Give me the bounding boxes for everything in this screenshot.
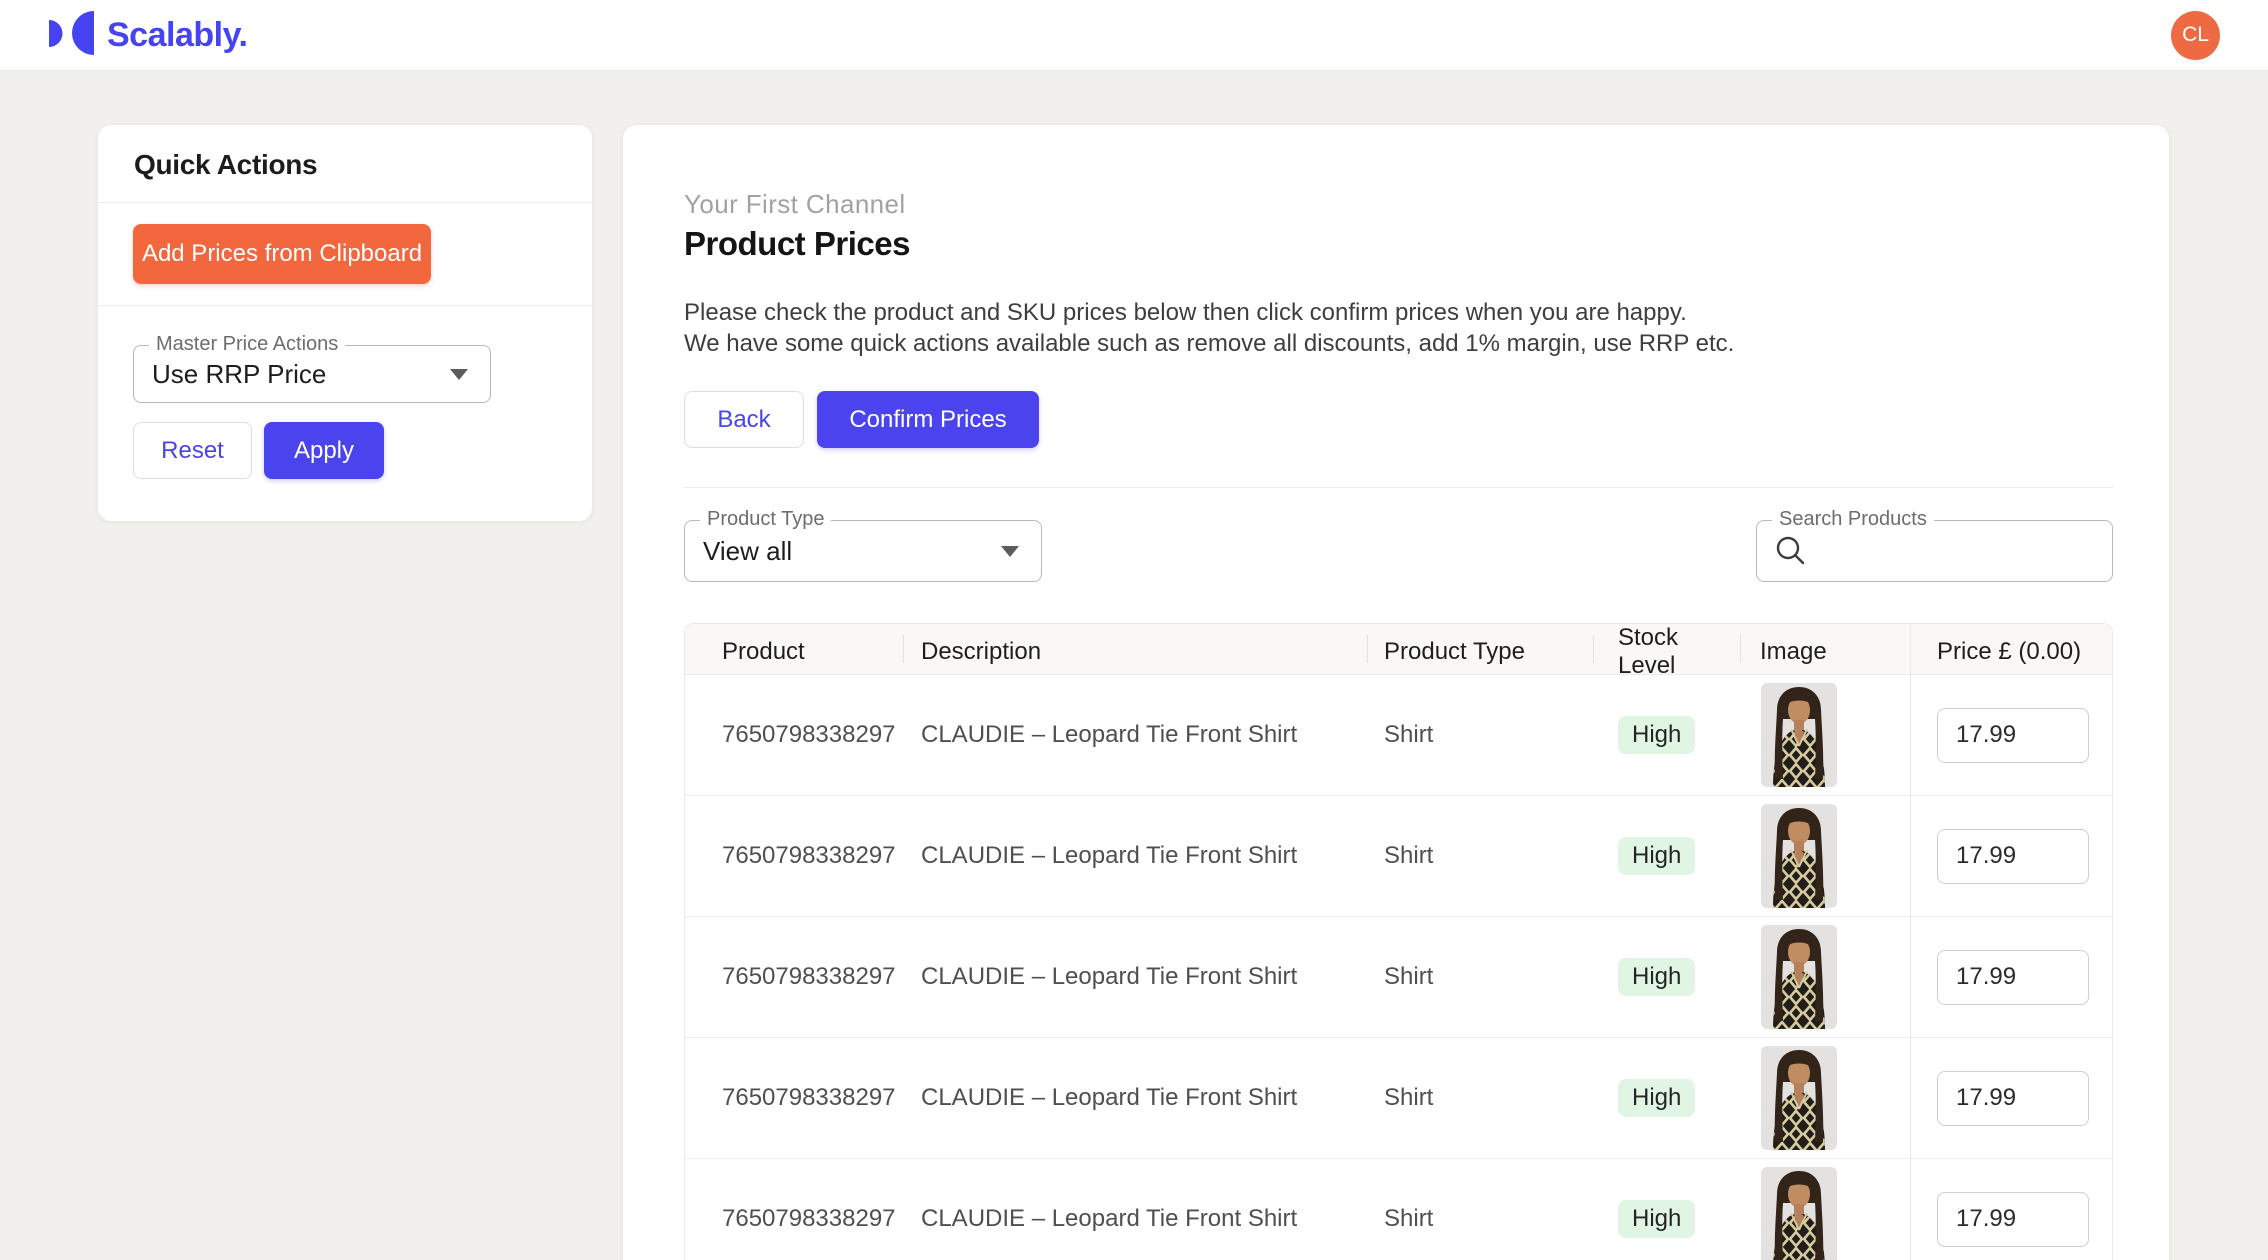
image-cell <box>1740 675 1910 795</box>
description-cell: CLAUDIE – Leopard Tie Front Shirt <box>903 796 1367 916</box>
price-cell <box>1910 917 2112 1037</box>
user-avatar[interactable]: CL <box>2171 11 2220 60</box>
price-input[interactable] <box>1937 829 2089 884</box>
chevron-down-icon <box>450 369 468 380</box>
table-body: 7650798338297 CLAUDIE – Leopard Tie Fron… <box>685 675 2112 1260</box>
quick-actions-title: Quick Actions <box>98 125 592 203</box>
product-image <box>1760 804 1838 908</box>
stock-level-cell: High <box>1593 917 1740 1037</box>
search-products-label: Search Products <box>1772 508 1934 531</box>
divider <box>684 487 2113 488</box>
product-prices-card: Your First Channel Product Prices Please… <box>622 124 2170 1260</box>
table-row: 7650798338297 CLAUDIE – Leopard Tie Fron… <box>685 1038 2112 1159</box>
product-type-cell: Shirt <box>1367 796 1593 916</box>
product-id-cell: 7650798338297 <box>685 917 903 1037</box>
confirm-prices-button[interactable]: Confirm Prices <box>817 391 1039 448</box>
image-cell <box>1740 1159 1910 1260</box>
page-title: Product Prices <box>684 225 910 263</box>
clipboard-section: Add Prices from Clipboard <box>98 203 592 306</box>
product-image <box>1760 683 1838 787</box>
column-header-price[interactable]: Price £ (0.00) <box>1910 624 2112 680</box>
price-cell <box>1910 1159 2112 1260</box>
product-id-cell: 7650798338297 <box>685 1159 903 1260</box>
product-image <box>1760 925 1838 1029</box>
search-icon <box>1774 534 1808 568</box>
image-cell <box>1740 796 1910 916</box>
description-cell: CLAUDIE – Leopard Tie Front Shirt <box>903 917 1367 1037</box>
app-canvas: Scalably. CL Quick Actions Add Prices fr… <box>0 0 2268 1260</box>
product-image <box>1760 1046 1838 1150</box>
table-header-row: Product Description Product Type Stock L… <box>685 624 2112 675</box>
product-id-cell: 7650798338297 <box>685 1038 903 1158</box>
scalably-logo-icon <box>48 10 95 61</box>
table-row: 7650798338297 CLAUDIE – Leopard Tie Fron… <box>685 917 2112 1038</box>
product-type-cell: Shirt <box>1367 1038 1593 1158</box>
column-header-stock-level[interactable]: Stock Level <box>1593 624 1740 680</box>
product-type-label: Product Type <box>700 508 831 531</box>
description-line-2: We have some quick actions available suc… <box>684 330 1734 357</box>
search-input[interactable] <box>1816 535 2090 568</box>
product-type-cell: Shirt <box>1367 675 1593 795</box>
top-bar: Scalably. CL <box>0 0 2268 71</box>
master-price-actions-label: Master Price Actions <box>149 333 345 356</box>
master-price-actions-select[interactable]: Master Price Actions Use RRP Price <box>133 345 491 403</box>
description-line-1: Please check the product and SKU prices … <box>684 299 1687 326</box>
product-type-cell: Shirt <box>1367 917 1593 1037</box>
description-cell: CLAUDIE – Leopard Tie Front Shirt <box>903 1038 1367 1158</box>
reset-button[interactable]: Reset <box>133 422 252 479</box>
brand[interactable]: Scalably. <box>48 10 247 61</box>
image-cell <box>1740 917 1910 1037</box>
search-products-field[interactable]: Search Products <box>1756 520 2113 582</box>
apply-button[interactable]: Apply <box>264 422 384 479</box>
image-cell <box>1740 1038 1910 1158</box>
description-cell: CLAUDIE – Leopard Tie Front Shirt <box>903 675 1367 795</box>
back-button[interactable]: Back <box>684 391 804 448</box>
product-id-cell: 7650798338297 <box>685 675 903 795</box>
page-description: Please check the product and SKU prices … <box>684 297 1734 359</box>
stock-level-badge: High <box>1618 1200 1695 1238</box>
add-prices-from-clipboard-button[interactable]: Add Prices from Clipboard <box>133 224 431 284</box>
stock-level-cell: High <box>1593 1038 1740 1158</box>
price-input[interactable] <box>1937 1071 2089 1126</box>
stock-level-cell: High <box>1593 1159 1740 1260</box>
stock-level-cell: High <box>1593 675 1740 795</box>
price-cell <box>1910 675 2112 795</box>
price-cell <box>1910 1038 2112 1158</box>
product-id-cell: 7650798338297 <box>685 796 903 916</box>
description-cell: CLAUDIE – Leopard Tie Front Shirt <box>903 1159 1367 1260</box>
price-input[interactable] <box>1937 950 2089 1005</box>
chevron-down-icon <box>1001 546 1019 557</box>
product-type-select[interactable]: Product Type View all <box>684 520 1042 582</box>
avatar-initials: CL <box>2182 23 2209 47</box>
column-header-product[interactable]: Product <box>685 624 903 680</box>
channel-name: Your First Channel <box>684 189 906 220</box>
master-price-actions-value: Use RRP Price <box>134 359 326 390</box>
product-prices-table: Product Description Product Type Stock L… <box>684 623 2113 1260</box>
stock-level-badge: High <box>1618 837 1695 875</box>
price-input[interactable] <box>1937 708 2089 763</box>
price-input[interactable] <box>1937 1192 2089 1247</box>
table-row: 7650798338297 CLAUDIE – Leopard Tie Fron… <box>685 1159 2112 1260</box>
stock-level-cell: High <box>1593 796 1740 916</box>
quick-actions-card: Quick Actions Add Prices from Clipboard … <box>97 124 593 522</box>
table-row: 7650798338297 CLAUDIE – Leopard Tie Fron… <box>685 675 2112 796</box>
column-header-product-type[interactable]: Product Type <box>1367 624 1593 680</box>
column-header-image[interactable]: Image <box>1740 624 1910 680</box>
product-image <box>1760 1167 1838 1260</box>
brand-name: Scalably. <box>107 16 247 55</box>
stock-level-badge: High <box>1618 716 1695 754</box>
product-type-cell: Shirt <box>1367 1159 1593 1260</box>
table-row: 7650798338297 CLAUDIE – Leopard Tie Fron… <box>685 796 2112 917</box>
price-cell <box>1910 796 2112 916</box>
product-type-value: View all <box>685 536 792 567</box>
stock-level-badge: High <box>1618 958 1695 996</box>
column-header-description[interactable]: Description <box>903 624 1367 680</box>
stock-level-badge: High <box>1618 1079 1695 1117</box>
